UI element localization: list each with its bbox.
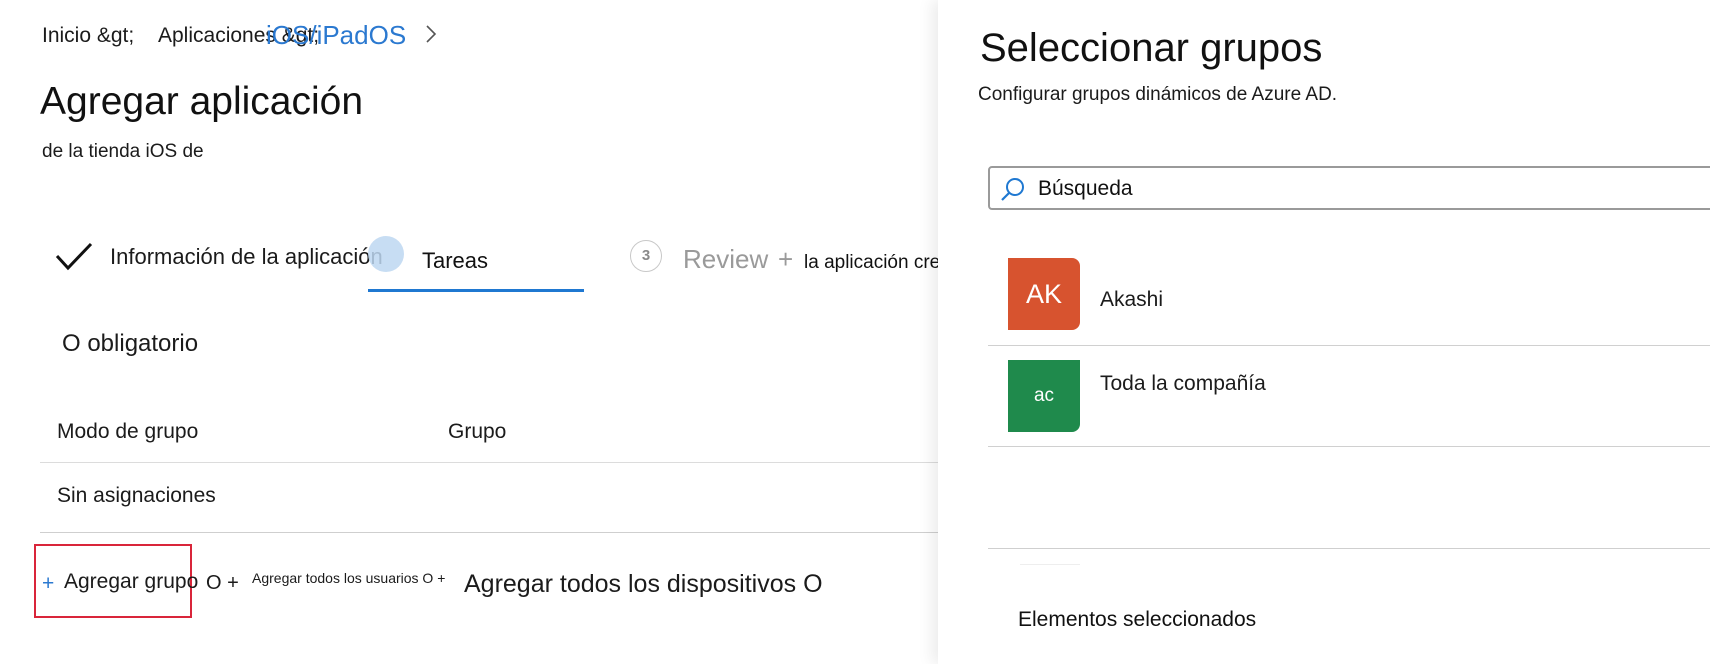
group-row-divider — [988, 446, 1710, 447]
add-all-devices-link[interactable]: Agregar todos los dispositivos O — [464, 570, 823, 599]
step-app-info[interactable]: Información de la aplicación — [110, 244, 408, 272]
chevron-right-icon — [426, 25, 437, 43]
step-assignments[interactable]: Tareas — [422, 248, 488, 274]
step-review-plus: + — [778, 244, 794, 274]
column-header-group-mode: Modo de grupo — [57, 420, 199, 443]
selected-section-divider — [988, 548, 1710, 549]
faint-divider — [1020, 564, 1080, 565]
breadcrumb-platform[interactable]: iOS/iPadOS — [266, 20, 406, 51]
avatar-akashi: AK — [1008, 258, 1080, 330]
group-row-divider — [988, 345, 1710, 346]
step-2-indicator — [368, 236, 404, 272]
table-divider — [40, 462, 938, 463]
add-all-users-link[interactable]: Agregar todos los usuarios O + — [252, 570, 445, 586]
step-3-indicator: 3 — [630, 240, 662, 272]
page-title: Agregar aplicación — [40, 80, 364, 123]
breadcrumb-home[interactable]: Inicio &gt; — [42, 24, 134, 48]
column-header-group: Grupo — [448, 420, 507, 443]
search-icon — [1001, 178, 1024, 201]
empty-assignments-text: Sin asignaciones — [57, 484, 216, 507]
selected-items-title: Elementos seleccionados — [1018, 608, 1257, 631]
page-subtitle: de la tienda iOS de — [42, 141, 204, 162]
avatar-all-company: ac — [1008, 360, 1080, 432]
step-review[interactable]: Review — [683, 244, 768, 275]
search-input[interactable] — [1038, 174, 1638, 204]
add-icon: + — [42, 572, 55, 595]
active-step-underline — [368, 289, 584, 292]
table-bottom-divider — [40, 532, 938, 533]
group-name-akashi[interactable]: Akashi — [1100, 288, 1163, 312]
panel-title: Seleccionar grupos — [980, 26, 1323, 70]
checkmark-icon — [55, 242, 93, 271]
add-group-link[interactable]: Agregar grupo — [64, 570, 198, 594]
section-title-required: O obligatorio — [62, 330, 199, 357]
group-name-all-company[interactable]: Toda la compañía — [1100, 372, 1266, 396]
step-review-extra: la aplicación crear — [804, 252, 958, 273]
add-group-suffix: O + — [206, 572, 239, 594]
panel-subtitle: Configurar grupos dinámicos de Azure AD. — [978, 84, 1338, 105]
